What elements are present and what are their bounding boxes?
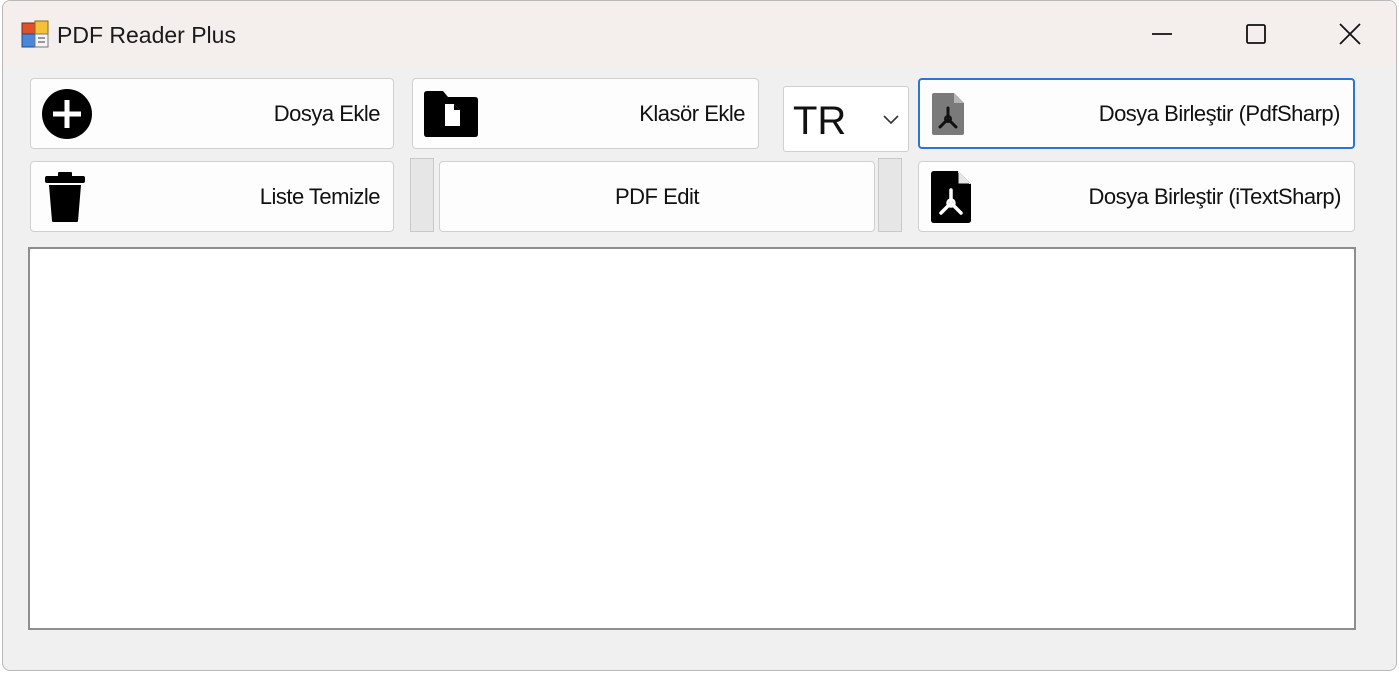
pdf-edit-right-separator bbox=[878, 158, 902, 232]
clear-list-label: Liste Temizle bbox=[259, 183, 381, 209]
clear-list-button[interactable]: Liste Temizle bbox=[30, 161, 394, 232]
merge-pdfsharp-label: Dosya Birleştir (PdfSharp) bbox=[1098, 100, 1341, 126]
maximize-icon bbox=[1246, 24, 1266, 44]
pdf-edit-button[interactable]: PDF Edit bbox=[439, 161, 875, 232]
chevron-down-icon bbox=[883, 115, 899, 125]
close-button[interactable] bbox=[1303, 1, 1396, 67]
trash-icon bbox=[45, 171, 85, 222]
merge-itextsharp-button[interactable]: Dosya Birleştir (iTextSharp) bbox=[918, 161, 1355, 232]
merge-pdfsharp-button[interactable]: Dosya Birleştir (PdfSharp) bbox=[918, 78, 1355, 149]
add-file-button[interactable]: Dosya Ekle bbox=[30, 78, 394, 149]
minimize-button[interactable] bbox=[1115, 1, 1209, 67]
add-file-label: Dosya Ekle bbox=[273, 100, 381, 126]
file-list[interactable] bbox=[28, 247, 1356, 630]
close-icon bbox=[1339, 23, 1361, 45]
merge-itextsharp-label: Dosya Birleştir (iTextSharp) bbox=[1088, 183, 1341, 209]
minimize-icon bbox=[1152, 33, 1172, 35]
add-folder-label: Klasör Ekle bbox=[639, 100, 745, 126]
language-select[interactable]: TR bbox=[783, 86, 909, 152]
pdf-edit-left-separator bbox=[410, 158, 434, 232]
pdf-edit-label: PDF Edit bbox=[614, 183, 700, 209]
pdf-file-icon bbox=[932, 92, 964, 135]
add-folder-button[interactable]: Klasör Ekle bbox=[412, 78, 759, 149]
window-title: PDF Reader Plus bbox=[57, 22, 236, 48]
app-icon bbox=[21, 20, 49, 48]
pdf-file-icon bbox=[931, 170, 971, 223]
language-selected-value: TR bbox=[793, 99, 847, 143]
folder-icon bbox=[424, 90, 478, 137]
app-window: PDF Reader Plus Dosya Ekle Klasör Ekle T… bbox=[2, 0, 1397, 671]
title-bar[interactable]: PDF Reader Plus bbox=[3, 1, 1396, 67]
plus-circle-icon bbox=[42, 88, 92, 139]
maximize-button[interactable] bbox=[1209, 1, 1303, 67]
